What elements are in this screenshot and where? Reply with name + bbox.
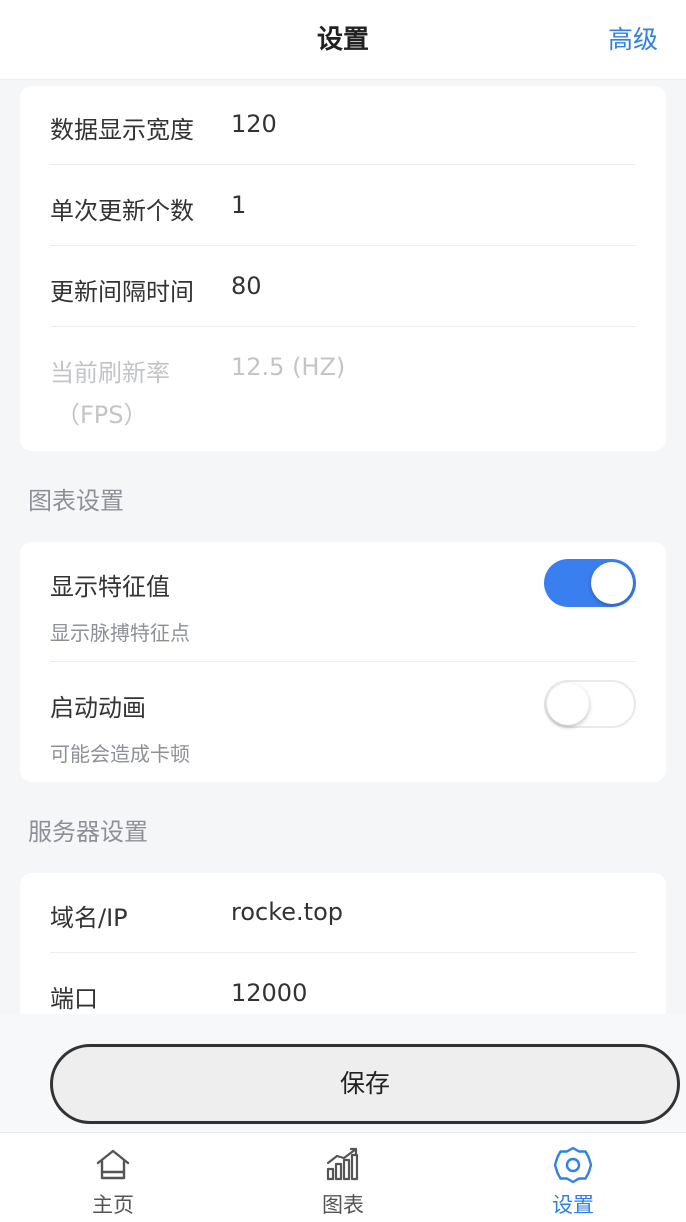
divider	[50, 952, 636, 953]
update-count-row[interactable]: 单次更新个数 1	[50, 191, 636, 225]
animation-title: 启动动画	[50, 694, 146, 722]
toggle-knob	[591, 562, 633, 604]
home-icon	[96, 1149, 130, 1180]
port-row[interactable]: 端口 12000	[50, 979, 636, 1013]
refresh-rate-value: 12.5 (HZ)	[231, 353, 346, 381]
save-button[interactable]: 保存	[50, 1044, 680, 1124]
divider	[50, 245, 636, 246]
update-interval-label: 更新间隔时间	[50, 278, 194, 306]
update-interval-input[interactable]: 80	[231, 272, 262, 300]
update-count-label: 单次更新个数	[50, 197, 194, 225]
update-count-input[interactable]: 1	[231, 191, 246, 219]
animation-subtitle: 可能会造成卡顿	[50, 742, 190, 766]
tab-home[interactable]: 主页	[33, 1133, 193, 1222]
update-interval-row[interactable]: 更新间隔时间 80	[50, 272, 636, 306]
tab-home-label: 主页	[92, 1193, 134, 1217]
refresh-rate-unit-label: （FPS）	[56, 401, 148, 429]
refresh-rate-label: 当前刷新率	[50, 359, 170, 387]
animation-setting: 启动动画 可能会造成卡顿	[50, 662, 636, 782]
feature-value-toggle[interactable]	[544, 559, 636, 607]
data-width-input[interactable]: 120	[231, 110, 277, 138]
port-input[interactable]: 12000	[231, 979, 307, 1007]
header-bar: 设置 高级	[0, 0, 686, 80]
refresh-rate-row: 当前刷新率 （FPS） 12.5 (HZ)	[50, 353, 636, 433]
animation-toggle[interactable]	[544, 680, 636, 728]
chart-settings-title: 图表设置	[28, 487, 124, 515]
host-input[interactable]: rocke.top	[231, 898, 343, 926]
server-settings-title: 服务器设置	[28, 818, 148, 846]
toggle-knob	[547, 683, 589, 725]
page-title: 设置	[316, 25, 369, 55]
advanced-button[interactable]: 高级	[608, 0, 658, 80]
data-width-row[interactable]: 数据显示宽度 120	[50, 110, 636, 144]
tab-chart[interactable]: 图表	[263, 1133, 423, 1222]
port-label: 端口	[50, 985, 98, 1013]
tab-chart-label: 图表	[322, 1193, 364, 1217]
chart-settings-card: 显示特征值 显示脉搏特征点 启动动画 可能会造成卡顿	[20, 542, 666, 782]
tab-settings-label: 设置	[552, 1193, 594, 1217]
data-width-label: 数据显示宽度	[50, 116, 194, 144]
feature-value-title: 显示特征值	[50, 573, 170, 601]
host-row[interactable]: 域名/IP rocke.top	[50, 898, 636, 932]
settings-screen: 设置 高级 数据显示宽度 120 单次更新个数 1 更新间隔时间 80 当前刷新…	[0, 0, 686, 1222]
feature-value-subtitle: 显示脉搏特征点	[50, 621, 190, 645]
tab-bar: 主页 图表 设置	[0, 1132, 686, 1222]
gear-icon	[553, 1146, 593, 1184]
tab-settings[interactable]: 设置	[493, 1133, 653, 1222]
feature-value-setting: 显示特征值 显示脉搏特征点	[50, 542, 636, 661]
divider	[50, 326, 636, 327]
save-bar: 保存	[0, 1014, 686, 1132]
host-label: 域名/IP	[50, 904, 128, 932]
data-settings-card: 数据显示宽度 120 单次更新个数 1 更新间隔时间 80 当前刷新率 （FPS…	[20, 86, 666, 451]
divider	[50, 164, 636, 165]
chart-icon	[326, 1147, 359, 1181]
